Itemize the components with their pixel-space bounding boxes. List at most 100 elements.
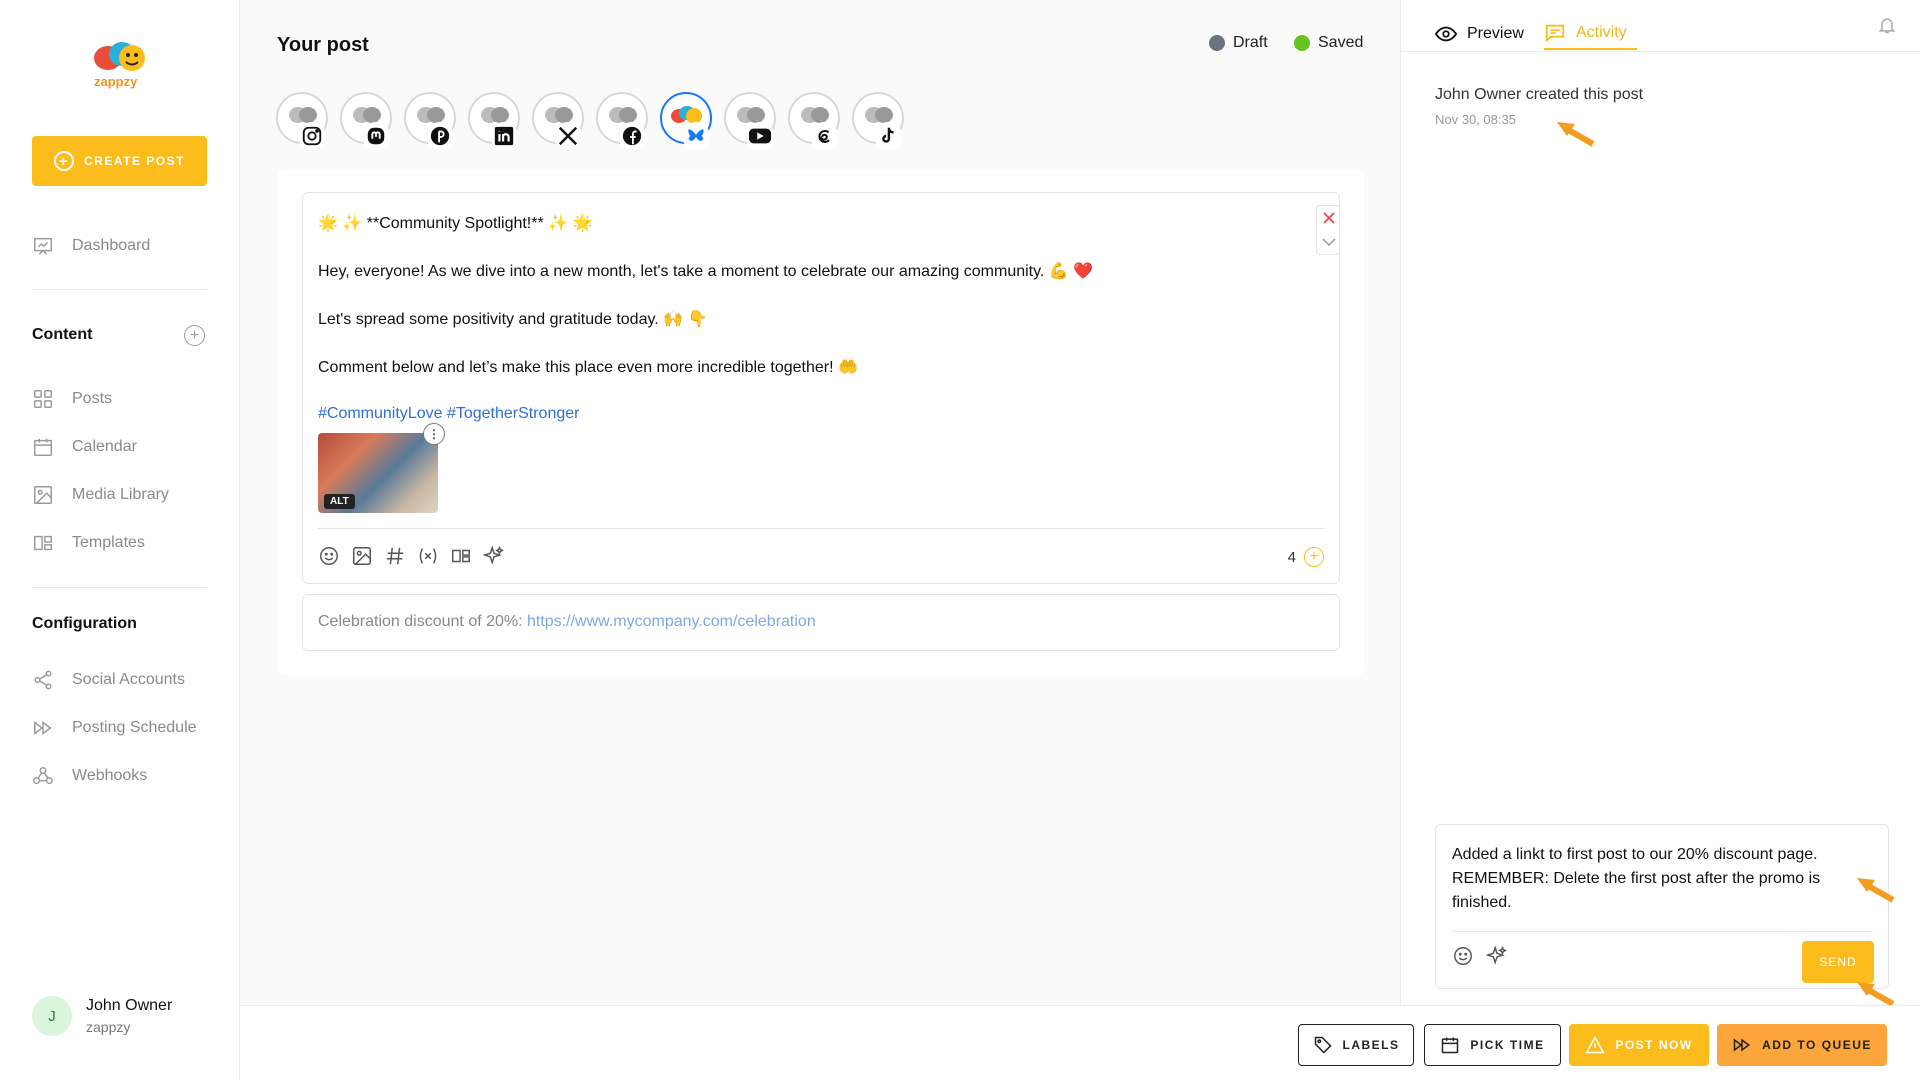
- eye-icon: [1435, 26, 1457, 42]
- templates-icon: [34, 535, 52, 551]
- tiktok-icon: [874, 122, 902, 150]
- action-footer: LABELS PICK TIME POST NOW ADD TO QUEUE: [240, 1005, 1920, 1080]
- activity-panel: Preview Activity John Owner created this…: [1400, 0, 1920, 1007]
- plus-icon: +: [54, 151, 75, 171]
- account-linkedin[interactable]: [468, 92, 520, 150]
- post-line: Let's spread some positivity and gratitu…: [318, 311, 708, 328]
- content-section-title: Content: [32, 326, 93, 343]
- sidebar-item-webhooks[interactable]: Webhooks: [32, 762, 147, 790]
- thread-count-value: 4: [1287, 548, 1296, 566]
- add-to-queue-label: ADD TO QUEUE: [1762, 1038, 1872, 1052]
- post-now-button[interactable]: POST NOW: [1569, 1024, 1709, 1066]
- tab-activity-label: Activity: [1576, 24, 1627, 41]
- svg-text:zappzy: zappzy: [94, 74, 138, 89]
- account-bluesky[interactable]: [660, 92, 712, 150]
- sidebar-item-templates[interactable]: Templates: [32, 529, 145, 557]
- account-pinterest[interactable]: [404, 92, 456, 150]
- webhook-icon: [33, 767, 53, 785]
- first-comment-link[interactable]: https://www.mycompany.com/celebration: [527, 613, 816, 630]
- thread-count: 4 +: [1288, 547, 1324, 567]
- sidebar-item-dashboard[interactable]: Dashboard: [32, 232, 150, 260]
- activity-comment-box[interactable]: Added a linkt to first post to our 20% d…: [1435, 824, 1889, 989]
- emoji-icon[interactable]: [1452, 945, 1474, 967]
- arrow-annotation-icon: [1557, 122, 1595, 147]
- sidebar-item-label: Posts: [72, 390, 113, 407]
- sidebar-item-posts[interactable]: Posts: [32, 385, 112, 413]
- configuration-section-title: Configuration: [32, 615, 137, 632]
- account-threads[interactable]: [788, 92, 840, 150]
- pick-time-button[interactable]: PICK TIME: [1424, 1024, 1561, 1066]
- post-line: 🌟 ✨ **Community Spotlight!** ✨ 🌟: [318, 215, 593, 232]
- comment-toolbar: [1452, 945, 1508, 967]
- emoji-icon[interactable]: [318, 545, 340, 567]
- activity-entry-text: John Owner created this post: [1435, 86, 1644, 103]
- avatar: J: [32, 996, 72, 1036]
- fast-forward-icon: [34, 721, 52, 735]
- account-x[interactable]: [532, 92, 584, 150]
- sidebar-item-posting-schedule[interactable]: Posting Schedule: [32, 714, 197, 742]
- saved-dot-icon: [1294, 35, 1310, 51]
- thread-controls: [1316, 205, 1340, 255]
- add-thread-icon[interactable]: +: [1304, 547, 1324, 567]
- chevron-down-icon[interactable]: [1322, 236, 1336, 248]
- create-post-label: CREATE POST: [84, 154, 185, 168]
- warning-icon: [1585, 1035, 1605, 1054]
- tab-preview-label: Preview: [1467, 25, 1524, 42]
- post-editor[interactable]: 🌟 ✨ **Community Spotlight!** ✨ 🌟 Hey, ev…: [302, 192, 1340, 584]
- page-title: Your post: [277, 34, 369, 56]
- sidebar-item-label: Dashboard: [72, 237, 151, 254]
- hashtag-icon[interactable]: [384, 545, 406, 567]
- instagram-icon: [298, 122, 326, 150]
- user-profile[interactable]: J John Owner zappzy: [32, 996, 172, 1036]
- youtube-icon: [746, 122, 774, 150]
- first-comment-field[interactable]: Celebration discount of 20%: https://www…: [302, 594, 1340, 651]
- threads-icon: [810, 122, 838, 150]
- add-to-queue-button[interactable]: ADD TO QUEUE: [1717, 1024, 1887, 1066]
- sidebar: zappzy + CREATE POST Dashboard Content +…: [0, 0, 240, 1080]
- comment-icon: [1545, 24, 1565, 43]
- create-post-button[interactable]: + CREATE POST: [32, 136, 207, 186]
- variable-icon[interactable]: [417, 545, 439, 567]
- mastodon-icon: [362, 122, 390, 150]
- tab-preview[interactable]: Preview: [1435, 18, 1524, 50]
- calendar-icon: [34, 438, 52, 456]
- account-tiktok[interactable]: [852, 92, 904, 150]
- account-instagram[interactable]: [276, 92, 328, 150]
- bell-icon[interactable]: [1877, 14, 1897, 36]
- arrow-annotation-icon: [1857, 878, 1895, 903]
- templates-icon[interactable]: [450, 545, 472, 567]
- zappzy-logo[interactable]: zappzy: [86, 36, 156, 92]
- account-mastodon[interactable]: [340, 92, 392, 150]
- post-hashtags[interactable]: #CommunityLove #TogetherStronger: [318, 405, 579, 423]
- ai-sparkle-icon[interactable]: [483, 545, 505, 567]
- comment-input[interactable]: Added a linkt to first post to our 20% d…: [1452, 843, 1872, 915]
- user-org: zappzy: [86, 1019, 131, 1035]
- x-icon: [554, 122, 582, 150]
- tab-activity[interactable]: Activity: [1544, 18, 1637, 50]
- labels-label: LABELS: [1342, 1038, 1400, 1052]
- sidebar-item-calendar[interactable]: Calendar: [32, 433, 137, 461]
- image-icon[interactable]: [351, 545, 373, 567]
- account-youtube[interactable]: [724, 92, 776, 150]
- account-facebook[interactable]: [596, 92, 648, 150]
- share-icon: [34, 670, 52, 690]
- sidebar-item-label: Media Library: [72, 486, 169, 503]
- fast-forward-icon: [1733, 1038, 1751, 1052]
- post-line: Comment below and let’s make this place …: [318, 359, 858, 376]
- post-card: 🌟 ✨ **Community Spotlight!** ✨ 🌟 Hey, ev…: [278, 170, 1364, 675]
- ai-sparkle-icon[interactable]: [1486, 945, 1508, 967]
- first-comment-text: Celebration discount of 20%:: [318, 613, 528, 630]
- more-options-icon[interactable]: ⋮: [423, 423, 445, 445]
- labels-button[interactable]: LABELS: [1298, 1024, 1414, 1066]
- post-now-label: POST NOW: [1615, 1038, 1693, 1052]
- add-content-icon[interactable]: +: [184, 325, 205, 346]
- sidebar-item-media-library[interactable]: Media Library: [32, 481, 169, 509]
- post-line: Hey, everyone! As we dive into a new mon…: [318, 263, 1094, 280]
- sidebar-item-social-accounts[interactable]: Social Accounts: [32, 666, 185, 694]
- media-thumbnail[interactable]: ALT ⋮: [318, 423, 445, 513]
- facebook-icon: [618, 122, 646, 150]
- linkedin-icon: [490, 122, 518, 150]
- alt-badge[interactable]: ALT: [324, 494, 355, 509]
- draft-dot-icon: [1209, 35, 1225, 51]
- close-icon[interactable]: [1322, 211, 1336, 225]
